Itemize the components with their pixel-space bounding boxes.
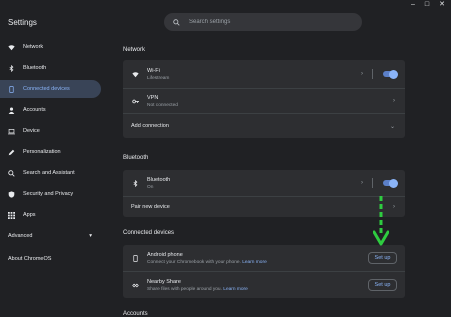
sidebar-item-personalization[interactable]: Personalization [0, 143, 101, 161]
chevron-down-icon: ▾ [89, 233, 92, 239]
phone-icon [131, 254, 139, 262]
vpn-status: Not connected [147, 102, 178, 108]
android-setup-button[interactable]: Set up [368, 252, 397, 264]
pen-icon [8, 149, 15, 156]
section-title-network: Network [123, 47, 146, 53]
sidebar-item-label: Network [23, 44, 44, 50]
wifi-label: Wi-Fi [147, 67, 160, 74]
sidebar-item-label: Connected devices [23, 86, 70, 92]
chevron-right-icon: › [393, 98, 395, 104]
sidebar: Network Bluetooth Connected devices Acco… [0, 38, 104, 268]
search-icon [8, 169, 15, 177]
wifi-icon [8, 44, 15, 51]
sidebar-item-label: Personalization [23, 149, 61, 155]
sidebar-item-label: Bluetooth [23, 65, 47, 71]
sidebar-item-label: Security and Privacy [23, 191, 74, 197]
pair-new-device-row[interactable]: Pair new device › [123, 197, 405, 217]
android-phone-row[interactable]: Android phone Connect your Chromebook wi… [123, 245, 405, 272]
person-icon [8, 107, 15, 114]
pair-new-device-label: Pair new device [131, 204, 170, 210]
learn-more-link[interactable]: Learn more [223, 287, 248, 292]
sidebar-item-about-chromeos[interactable]: About ChromeOS [0, 250, 101, 268]
sidebar-item-apps[interactable]: Apps [0, 206, 101, 224]
connected-devices-card: Android phone Connect your Chromebook wi… [123, 245, 405, 298]
learn-more-link[interactable]: Learn more [242, 260, 267, 265]
minimize-icon[interactable]: – [411, 1, 415, 8]
divider [372, 178, 373, 188]
settings-window: Settings – □ ✕ Network Bluetooth [0, 0, 451, 317]
nearby-share-icon [131, 282, 139, 289]
sidebar-item-search-and-assistant[interactable]: Search and Assistant [0, 164, 101, 182]
sidebar-item-label: Accounts [23, 107, 46, 113]
sidebar-item-device[interactable]: Device [0, 122, 101, 140]
chevron-right-icon: › [361, 71, 363, 77]
wifi-toggle[interactable] [383, 69, 398, 79]
wifi-icon [131, 71, 139, 78]
maximize-icon[interactable]: □ [425, 1, 429, 8]
network-card: Wi-Fi Lifestream › VPN Not connected › A… [123, 60, 405, 138]
close-icon[interactable]: ✕ [439, 0, 445, 8]
add-connection-label: Add connection [131, 123, 169, 129]
search-icon [173, 18, 180, 26]
chevron-right-icon: › [361, 180, 363, 186]
nearby-share-label: Nearby Share [147, 278, 181, 285]
bluetooth-toggle[interactable] [383, 178, 398, 188]
nearby-share-row[interactable]: Nearby Share Share files with people aro… [123, 272, 405, 298]
bluetooth-icon [131, 179, 139, 187]
nearby-setup-button[interactable]: Set up [368, 279, 397, 291]
bluetooth-icon [8, 64, 15, 72]
chevron-down-icon: ⌄ [389, 123, 395, 130]
app-title: Settings [8, 18, 37, 27]
key-icon [131, 98, 139, 105]
wifi-status: Lifestream [147, 75, 170, 81]
window-controls: – □ ✕ [411, 0, 445, 9]
sidebar-item-label: Search and Assistant [23, 170, 75, 176]
sidebar-item-accounts[interactable]: Accounts [0, 101, 101, 119]
search-input[interactable] [189, 19, 339, 25]
search-bar[interactable] [164, 13, 362, 31]
section-title-accounts: Accounts [123, 311, 148, 317]
sidebar-item-bluetooth[interactable]: Bluetooth [0, 59, 101, 77]
divider [372, 69, 373, 79]
chevron-right-icon: › [393, 204, 395, 210]
sidebar-item-label: About ChromeOS [8, 256, 52, 262]
shield-icon [8, 190, 15, 198]
wifi-row[interactable]: Wi-Fi Lifestream › [123, 60, 405, 89]
grid-icon [8, 211, 15, 219]
bluetooth-card: Bluetooth On › Pair new device › [123, 170, 405, 217]
laptop-icon [8, 128, 15, 135]
sidebar-item-label: Apps [23, 212, 36, 218]
section-title-connected-devices: Connected devices [123, 230, 175, 236]
bluetooth-status: On [147, 184, 154, 190]
arrow-annotation-icon [373, 196, 389, 246]
nearby-share-desc: Share files with people around you. Lear… [147, 286, 248, 292]
android-phone-desc: Connect your Chromebook with your phone.… [147, 259, 267, 265]
sidebar-item-label: Advanced [8, 233, 33, 239]
bluetooth-label: Bluetooth [147, 176, 171, 183]
vpn-row[interactable]: VPN Not connected › [123, 89, 405, 114]
sidebar-item-network[interactable]: Network [0, 38, 101, 56]
sidebar-item-label: Device [23, 128, 40, 134]
phone-icon [8, 85, 15, 93]
bluetooth-row[interactable]: Bluetooth On › [123, 170, 405, 197]
sidebar-item-advanced[interactable]: Advanced ▾ [0, 227, 101, 245]
vpn-label: VPN [147, 94, 159, 101]
android-phone-label: Android phone [147, 251, 183, 258]
add-connection-row[interactable]: Add connection ⌄ [123, 114, 405, 138]
section-title-bluetooth: Bluetooth [123, 155, 149, 161]
sidebar-item-connected-devices[interactable]: Connected devices [0, 80, 101, 98]
sidebar-item-security-and-privacy[interactable]: Security and Privacy [0, 185, 101, 203]
